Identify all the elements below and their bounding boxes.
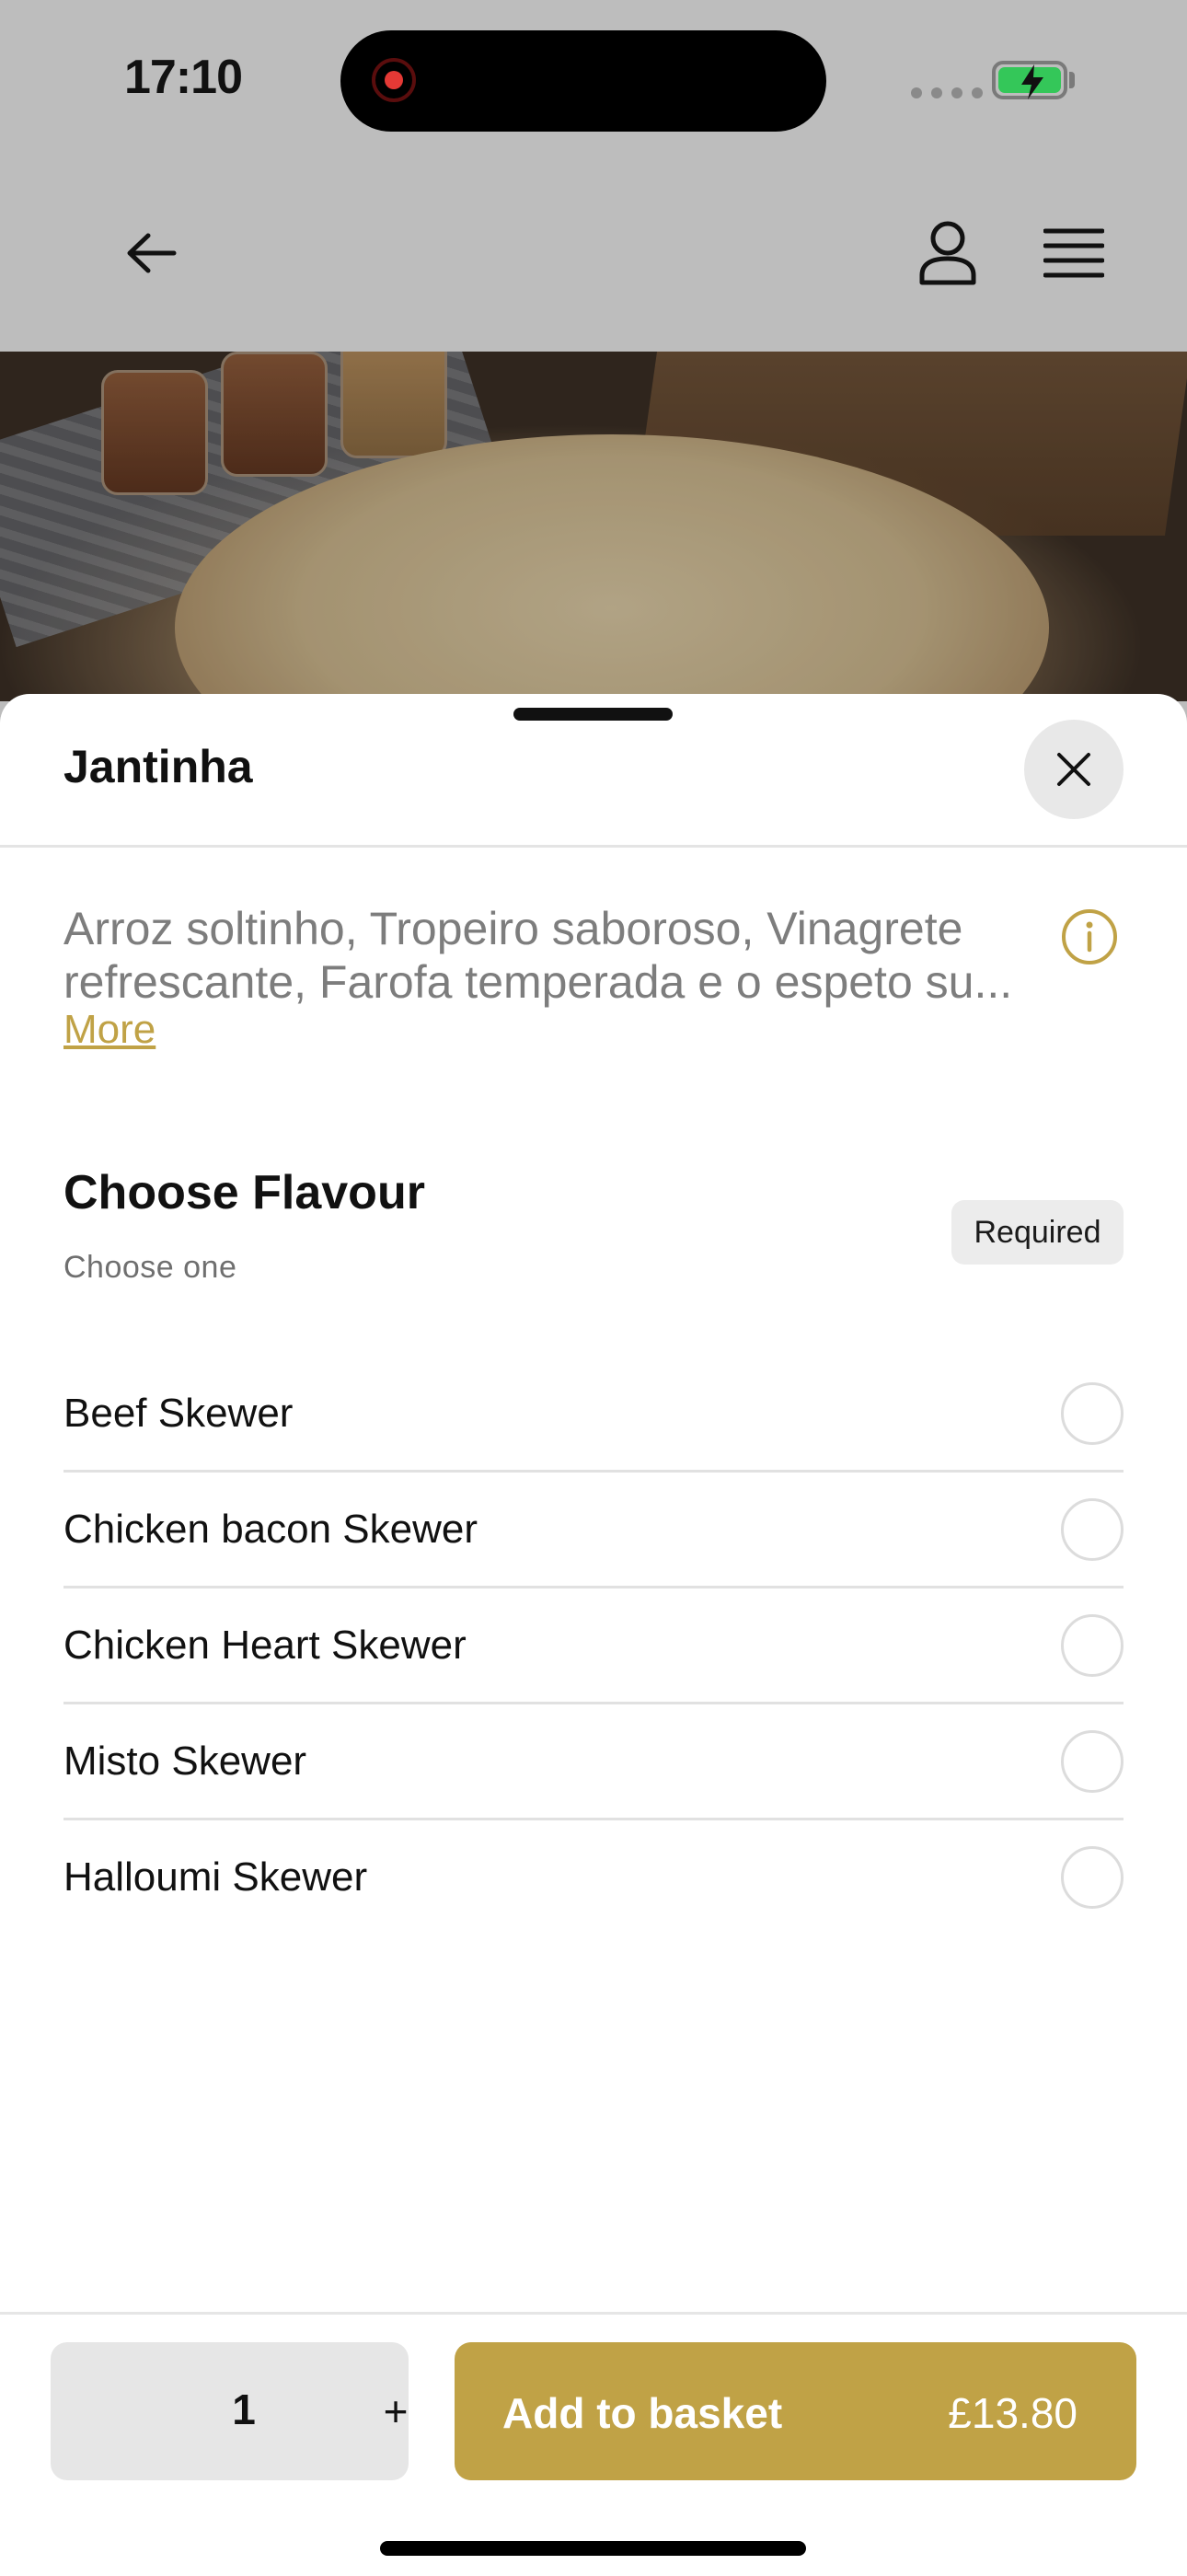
- quantity-value: 1: [232, 2385, 256, 2433]
- flavour-section-subtitle: Choose one: [63, 1250, 237, 1285]
- flavour-option-chicken-heart[interactable]: Chicken Heart Skewer: [63, 1588, 1124, 1704]
- dynamic-island: [340, 30, 826, 132]
- close-icon: [1057, 753, 1090, 786]
- add-to-basket-button[interactable]: Add to basket £13.80: [455, 2342, 1136, 2480]
- option-label: Chicken bacon Skewer: [63, 1507, 478, 1552]
- radio-button[interactable]: [1061, 1382, 1124, 1445]
- option-label: Misto Skewer: [63, 1739, 307, 1784]
- product-title: Jantinha: [63, 741, 253, 792]
- battery-nub: [1069, 72, 1075, 88]
- radio-button[interactable]: [1061, 1846, 1124, 1909]
- home-indicator[interactable]: [380, 2541, 806, 2556]
- radio-button[interactable]: [1061, 1614, 1124, 1677]
- close-button[interactable]: [1024, 720, 1124, 819]
- nav-bar: [0, 166, 1187, 352]
- quantity-increase-button[interactable]: +: [363, 2379, 428, 2443]
- status-bar: 17:10: [0, 0, 1187, 166]
- more-link[interactable]: More: [63, 1007, 156, 1053]
- item-price: £13.80: [948, 2389, 1078, 2437]
- quantity-stepper: 1 +: [51, 2342, 409, 2480]
- flavour-section-title: Choose Flavour: [63, 1166, 425, 1219]
- flavour-option-beef[interactable]: Beef Skewer: [63, 1357, 1124, 1473]
- required-badge: Required: [951, 1200, 1124, 1265]
- sheet-handle[interactable]: [513, 708, 673, 721]
- account-button[interactable]: [906, 212, 989, 295]
- flavour-option-halloumi[interactable]: Halloumi Skewer: [63, 1820, 1124, 1936]
- battery-icon: [992, 61, 1067, 99]
- flavour-options: Beef Skewer Chicken bacon Skewer Chicken…: [63, 1357, 1124, 1936]
- product-image: [0, 352, 1187, 701]
- flavour-option-misto[interactable]: Misto Skewer: [63, 1704, 1124, 1820]
- bottom-action-bar: 1 + Add to basket £13.80: [0, 2312, 1187, 2576]
- menu-button[interactable]: [1032, 212, 1115, 295]
- back-button[interactable]: [110, 212, 193, 295]
- flavour-option-chicken-bacon[interactable]: Chicken bacon Skewer: [63, 1473, 1124, 1588]
- product-description: Arroz soltinho, Tropeiro saboroso, Vinag…: [63, 903, 1013, 1008]
- signal-icon: [911, 87, 983, 98]
- status-time: 17:10: [124, 51, 243, 104]
- radio-button[interactable]: [1061, 1730, 1124, 1793]
- option-label: Beef Skewer: [63, 1391, 294, 1436]
- menu-icon: [1043, 228, 1104, 278]
- option-label: Chicken Heart Skewer: [63, 1623, 467, 1668]
- record-icon: [372, 58, 416, 102]
- product-sheet: Jantinha Arroz soltinho, Tropeiro saboro…: [0, 694, 1187, 2573]
- add-to-basket-label: Add to basket: [502, 2389, 783, 2437]
- info-icon[interactable]: [1060, 907, 1119, 971]
- user-icon: [919, 221, 976, 285]
- back-arrow-icon: [127, 233, 177, 273]
- option-label: Halloumi Skewer: [63, 1854, 368, 1900]
- header-divider: [0, 845, 1187, 848]
- radio-button[interactable]: [1061, 1498, 1124, 1561]
